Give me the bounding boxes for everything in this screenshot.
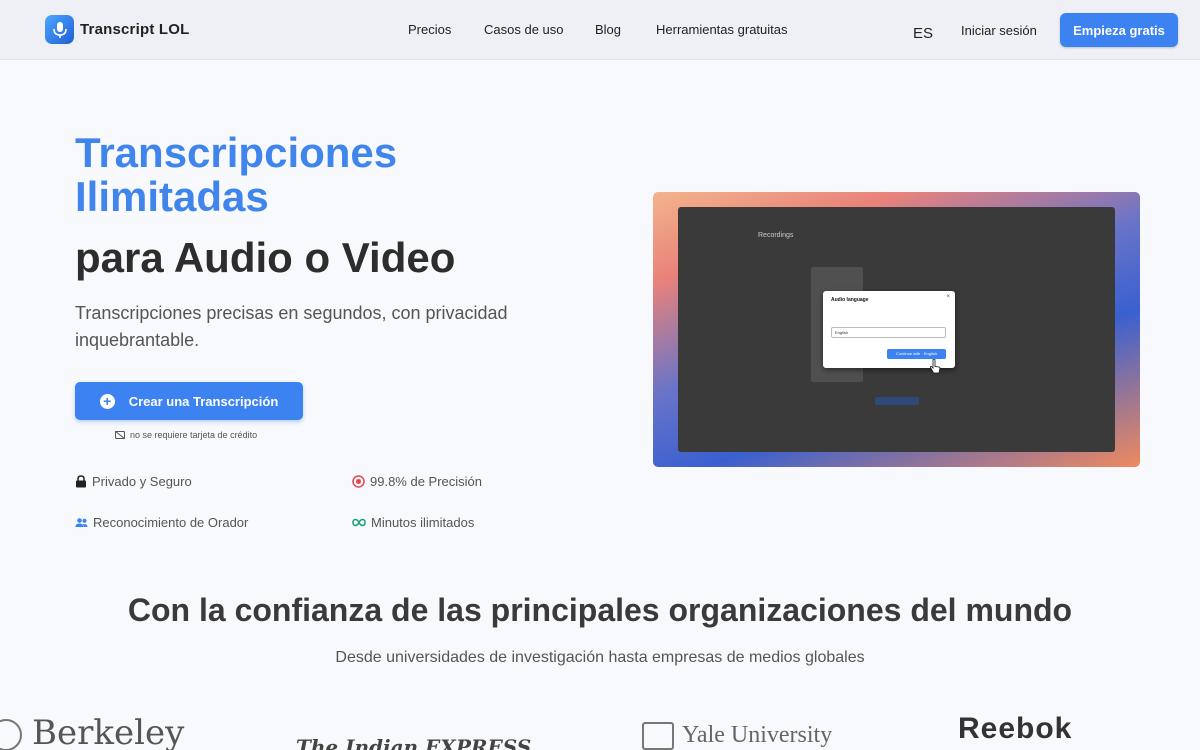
berkeley-seal-icon <box>0 719 22 750</box>
no-card-icon <box>115 431 125 439</box>
feature-private-label: Privado y Seguro <box>92 474 192 489</box>
logo-yale: Yale University <box>642 722 832 750</box>
login-link[interactable]: Iniciar sesión <box>961 23 1037 38</box>
trust-heading: Con la confianza de las principales orga… <box>127 592 1073 628</box>
start-free-button[interactable]: Empieza gratis <box>1060 13 1178 47</box>
hero-title-highlight: Transcripciones Ilimitadas <box>75 131 595 219</box>
feature-speaker-label: Reconocimiento de Orador <box>93 515 249 530</box>
hand-cursor-icon <box>929 359 941 374</box>
no-card-note: no se requiere tarjeta de crédito <box>115 430 257 440</box>
yale-wordmark: Yale University <box>682 722 833 748</box>
brand-logo[interactable]: Transcript LOL <box>45 15 190 44</box>
feature-accuracy-label: 99.8% de Precisión <box>370 474 483 489</box>
nav-link-casos-de-uso[interactable]: Casos de uso <box>484 22 564 37</box>
logo-berkeley: Berkeley <box>0 713 184 750</box>
feature-private: Privado y Seguro <box>75 474 192 489</box>
plus-circle-icon: + <box>99 393 115 409</box>
recordings-heading: Recordings <box>758 232 794 239</box>
yale-shield-icon <box>642 722 674 750</box>
nav-link-precios[interactable]: Precios <box>408 22 451 37</box>
product-preview: Recordings Audio language × English Cont… <box>653 192 1140 467</box>
trust-subtitle: Desde universidades de investigación has… <box>335 649 865 666</box>
app-window-mockup: Recordings Audio language × English Cont… <box>678 207 1115 452</box>
dialog-title: Audio language <box>831 297 869 303</box>
logo-reebok: Reebok <box>958 712 1073 745</box>
nav-link-blog[interactable]: Blog <box>595 22 621 37</box>
audio-language-dialog: Audio language × English Continue with ·… <box>823 291 955 368</box>
no-card-text: no se requiere tarjeta de crédito <box>130 430 258 440</box>
nav-link-herramientas[interactable]: Herramientas gratuitas <box>656 22 788 37</box>
create-transcription-label: Crear una Transcripción <box>128 393 279 409</box>
users-icon <box>75 517 88 527</box>
hero-title-line2: Ilimitadas <box>75 173 269 220</box>
hero-subtitle: Transcripciones precisas en segundos, co… <box>75 303 508 350</box>
language-selector[interactable]: ES <box>913 25 933 42</box>
infinity-icon <box>352 518 366 527</box>
hero-title-line1: Transcripciones <box>75 129 398 176</box>
feature-unlimited: Minutos ilimitados <box>352 515 474 530</box>
mock-upload-button <box>875 397 919 405</box>
hero-title-line3: para Audio o Video <box>75 234 456 281</box>
brand-name: Transcript LOL <box>80 21 190 38</box>
microphone-icon <box>45 15 74 44</box>
language-select: English <box>831 327 946 338</box>
create-transcription-button[interactable]: + Crear una Transcripción <box>75 382 303 420</box>
logo-indian-express: The Indian EXPRESS <box>296 735 532 750</box>
continue-button: Continue with · English <box>887 349 946 359</box>
lock-icon <box>76 475 86 488</box>
feature-speaker: Reconocimiento de Orador <box>75 515 248 530</box>
feature-accuracy: 99.8% de Precisión <box>352 474 482 489</box>
site-header: Transcript LOL Precios Casos de uso Blog… <box>0 0 1200 60</box>
berkeley-wordmark: Berkeley <box>32 713 185 750</box>
target-icon <box>352 475 365 488</box>
close-icon: × <box>946 294 950 300</box>
feature-unlimited-label: Minutos ilimitados <box>371 515 475 530</box>
